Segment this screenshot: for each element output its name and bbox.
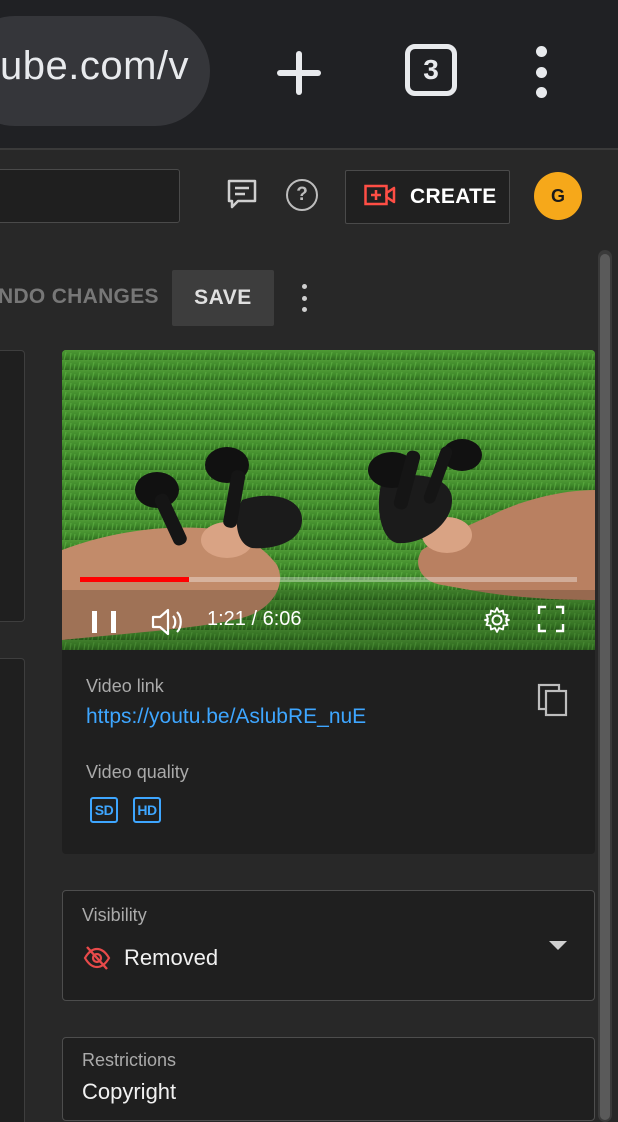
- help-glyph: ?: [296, 184, 308, 205]
- restrictions-label: Restrictions: [82, 1050, 177, 1070]
- playback-time: 1:21 / 6:06: [207, 608, 302, 630]
- quality-badge-hd: HD: [133, 797, 161, 823]
- video-link-label: Video link: [86, 676, 164, 696]
- page-scrollbar[interactable]: [598, 250, 612, 1122]
- browser-menu-dots-icon[interactable]: [528, 46, 554, 98]
- create-button[interactable]: CREATE: [345, 170, 510, 224]
- tab-count: 3: [423, 54, 439, 85]
- studio-header: ? CREATE G: [0, 152, 618, 244]
- restrictions-value: Copyright: [82, 1079, 177, 1104]
- visibility-label: Visibility: [82, 905, 147, 925]
- avatar-initial: G: [550, 185, 565, 206]
- video-frame-image: [62, 350, 595, 650]
- scrollbar-thumb[interactable]: [600, 254, 610, 1120]
- page: ube.com/v 3 ? CREATE G NDO CHANGES SAVE …: [0, 0, 618, 1122]
- help-icon[interactable]: ?: [286, 179, 318, 211]
- create-button-label: CREATE: [410, 185, 497, 208]
- volume-icon[interactable]: [150, 606, 186, 638]
- visibility-value: Removed: [124, 945, 219, 970]
- video-player[interactable]: 1:21 / 6:06: [62, 350, 595, 650]
- browser-toolbar: ube.com/v 3: [0, 0, 618, 150]
- more-options-icon[interactable]: [298, 284, 310, 312]
- tab-switcher-button[interactable]: 3: [405, 44, 457, 96]
- dropdown-icon: [549, 941, 567, 950]
- quality-badge-sd: SD: [90, 797, 118, 823]
- create-video-icon: [364, 183, 396, 212]
- new-tab-plus-icon[interactable]: [270, 44, 328, 102]
- search-input[interactable]: [0, 169, 180, 223]
- seek-bar-progress: [80, 577, 190, 582]
- video-quality-label: Video quality: [86, 762, 189, 782]
- details-panel-top: [0, 350, 25, 622]
- eye-off-icon: [83, 945, 111, 971]
- feedback-icon[interactable]: [226, 178, 258, 212]
- pause-icon[interactable]: [92, 608, 116, 636]
- restrictions-field: Restrictions Copyright: [62, 1037, 595, 1121]
- save-button[interactable]: SAVE: [172, 270, 274, 326]
- address-bar[interactable]: ube.com/v: [0, 16, 210, 126]
- video-link[interactable]: https://youtu.be/AslubRE_nuE: [86, 705, 366, 729]
- avatar[interactable]: G: [534, 172, 582, 220]
- seek-bar[interactable]: [80, 577, 577, 582]
- visibility-dropdown[interactable]: Visibility Removed: [62, 890, 595, 1001]
- copy-icon[interactable]: [536, 682, 570, 718]
- video-card: 1:21 / 6:06 Video link https://youtu.be/…: [62, 350, 595, 854]
- gear-icon[interactable]: [482, 605, 514, 637]
- undo-changes-button[interactable]: NDO CHANGES: [0, 285, 159, 309]
- fullscreen-icon[interactable]: [536, 604, 570, 638]
- details-panel-bottom: [0, 658, 25, 1122]
- address-bar-url: ube.com/v: [0, 44, 190, 88]
